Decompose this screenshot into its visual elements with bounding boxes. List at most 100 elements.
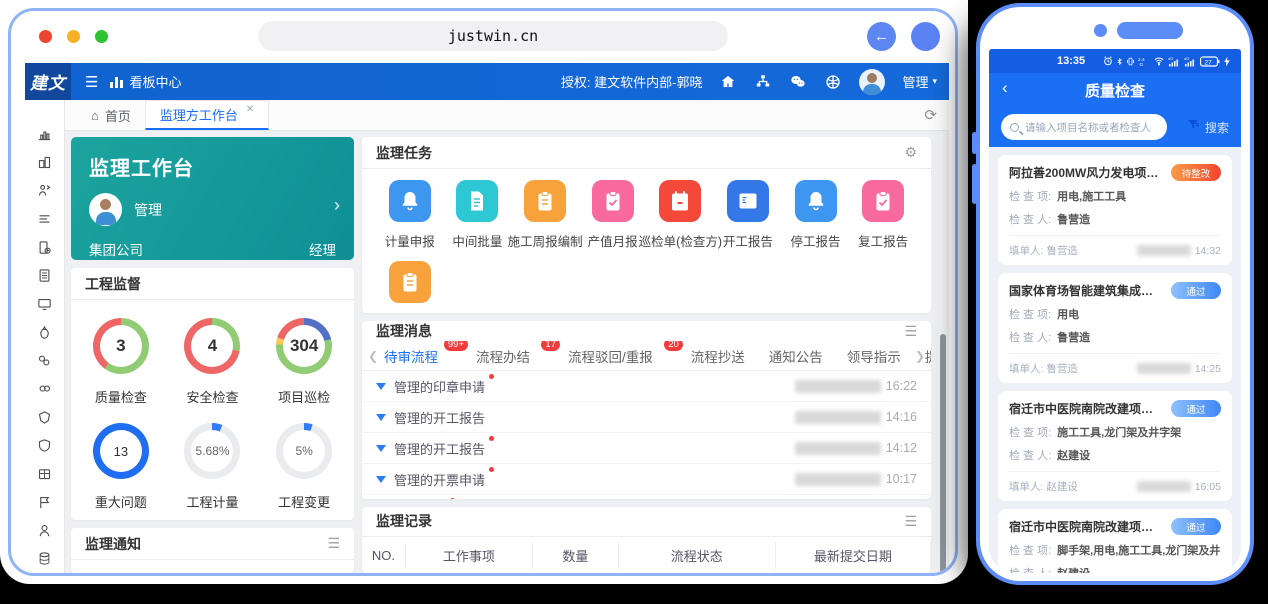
messages-more-icon[interactable]: ☰: [904, 323, 917, 340]
monitor-stat[interactable]: 3质量检查: [75, 310, 167, 415]
ledger-icon[interactable]: [25, 545, 64, 573]
task-item-7[interactable]: 停工报告: [782, 180, 850, 250]
search-button[interactable]: 搜索: [1205, 119, 1229, 136]
user-avatar[interactable]: [859, 69, 885, 95]
tabs-scroll-right-icon[interactable]: ❯: [915, 349, 925, 363]
workbench-company: 集团公司: [89, 239, 143, 259]
message-tab-3[interactable]: 流程驳回/重报20: [568, 341, 667, 371]
monitor-stat[interactable]: 4安全检查: [167, 310, 259, 415]
inspection-card[interactable]: 宿迁市中医院南院改建项目智能化施工E…通过检 查 项:脚手架,用电,施工工具,龙…: [998, 509, 1232, 573]
maximize-window-button[interactable]: [95, 30, 108, 43]
message-tab-2[interactable]: 流程办结17: [476, 341, 544, 371]
tab-supervisor-workbench[interactable]: 监理方工作台 ✕: [145, 100, 269, 130]
auth-text: 授权: 建文软件内部-郭晓: [561, 72, 703, 91]
quality-icon[interactable]: [25, 403, 64, 431]
vibrate-icon: [1126, 56, 1135, 67]
status-badge: 通过: [1171, 518, 1221, 535]
assets-icon[interactable]: [25, 375, 64, 403]
task-item-2[interactable]: 中间批量: [444, 180, 512, 250]
message-row[interactable]: 管理的开工报告14:16: [362, 402, 931, 433]
task-label: 施工周报编制: [508, 231, 583, 250]
list-icon[interactable]: [25, 205, 64, 233]
org-icon[interactable]: [25, 148, 64, 176]
search-input[interactable]: 请输入项目名称或者检查人: [1001, 114, 1167, 140]
org-chart-icon[interactable]: [754, 74, 772, 90]
project-title: 宿迁市中医院南院改建项目智能化施工E…: [1009, 518, 1163, 535]
status-badge: 通过: [1171, 282, 1221, 299]
message-tab-4[interactable]: 流程抄送: [691, 341, 745, 371]
safety-icon[interactable]: [25, 431, 64, 459]
monitor-icon[interactable]: [25, 290, 64, 318]
user-menu[interactable]: 管理 ▾: [902, 72, 937, 91]
home-icon[interactable]: [719, 74, 737, 90]
board-center-link[interactable]: 看板中心: [110, 72, 181, 91]
task-item-5[interactable]: 巡检单(检查方): [647, 180, 715, 250]
message-tab-7[interactable]: 提醒: [925, 341, 931, 371]
search-actions: 搜索: [1186, 118, 1229, 136]
donut-label: 工程计量: [186, 492, 238, 511]
task-item-9[interactable]: 事故上报: [376, 261, 444, 313]
monitor-stat[interactable]: 5%工程变更: [258, 415, 350, 520]
contract-icon[interactable]: [25, 347, 64, 375]
donut-value: 13: [93, 423, 149, 479]
svg-text:4G: 4G: [1184, 56, 1189, 61]
browser-profile-button[interactable]: [911, 22, 940, 51]
flag-icon[interactable]: [25, 488, 64, 516]
bell-icon: [389, 180, 431, 222]
user-icon[interactable]: [25, 516, 64, 544]
project-title: 宿迁市中医院南院改建项目智能化施工E…: [1009, 400, 1163, 417]
workbench-card[interactable]: 监理工作台 管理 › 集团公司 经理: [71, 137, 354, 260]
bell-icon: [795, 180, 837, 222]
redacted-date: [1137, 245, 1191, 256]
close-window-button[interactable]: [39, 30, 52, 43]
back-icon[interactable]: ‹: [1002, 78, 1008, 98]
refresh-icon[interactable]: ⟳: [924, 106, 937, 124]
stats-icon[interactable]: [25, 120, 64, 148]
service-icon[interactable]: [824, 74, 842, 90]
monitor-stat[interactable]: 13重大问题: [75, 415, 167, 520]
task-item-8[interactable]: 复工报告: [849, 180, 917, 250]
inspection-card[interactable]: 阿拉善200MW风力发电项目风机吊装…待整改检 查 项:用电,施工工具检 查 人…: [998, 155, 1232, 265]
records-more-icon[interactable]: ☰: [904, 513, 917, 530]
message-tab-1[interactable]: 待审流程99+: [384, 341, 452, 371]
notice-more-icon[interactable]: ☰: [327, 535, 340, 552]
task-item-4[interactable]: 产值月报: [579, 180, 647, 250]
triangle-icon: [376, 476, 386, 483]
message-row[interactable]: 管理的开票申请10:17: [362, 464, 931, 495]
tab-close-icon[interactable]: ✕: [246, 104, 254, 115]
content-scrollbar[interactable]: [939, 131, 947, 573]
message-row[interactable]: 管理的…: [362, 495, 931, 498]
board-center-label: 看板中心: [129, 72, 181, 91]
inspection-card[interactable]: 国家体育场智能建筑集成系统建设项目通过检 查 项:用电检 查 人:鲁营造填单人:…: [998, 273, 1232, 383]
filter-icon[interactable]: [1186, 118, 1200, 136]
tabs-scroll-left-icon[interactable]: ❮: [368, 349, 378, 363]
document-icon[interactable]: [25, 262, 64, 290]
tab-home[interactable]: ⌂ 首页: [77, 100, 145, 130]
gear-icon[interactable]: ⚙: [904, 144, 917, 161]
menu-toggle-icon[interactable]: ☰: [85, 73, 98, 91]
notice-item[interactable]: pc端发送公告测试05: [71, 560, 354, 573]
clipboard-check-icon: [862, 180, 904, 222]
inspection-card[interactable]: 宿迁市中医院南院改建项目智能化施工E…通过检 查 项:施工工具,龙门架及井字架检…: [998, 391, 1232, 501]
chevron-right-icon[interactable]: ›: [334, 195, 340, 216]
message-row[interactable]: 管理的印章申请16:22: [362, 371, 931, 402]
task-item-6[interactable]: 开工报告: [714, 180, 782, 250]
report-icon[interactable]: [25, 233, 64, 261]
address-bar[interactable]: justwin.cn: [258, 21, 728, 51]
message-row[interactable]: 管理的开工报告14:12: [362, 433, 931, 464]
monitor-stat[interactable]: 5.68%工程计量: [167, 415, 259, 520]
minimize-window-button[interactable]: [67, 30, 80, 43]
scrollbar-thumb[interactable]: [940, 334, 946, 573]
materials-icon[interactable]: [25, 460, 64, 488]
browser-back-button[interactable]: ←: [867, 22, 896, 51]
monitor-stat[interactable]: 304项目巡检: [258, 310, 350, 415]
app-logo[interactable]: 建文: [25, 63, 71, 100]
task-item-1[interactable]: 计量申报: [376, 180, 444, 250]
message-tab-6[interactable]: 领导指示: [847, 341, 901, 371]
task-item-3[interactable]: 施工周报编制: [511, 180, 579, 250]
funds-icon[interactable]: [25, 318, 64, 346]
personnel-icon[interactable]: [25, 177, 64, 205]
redacted-date: [795, 473, 881, 486]
message-tab-5[interactable]: 通知公告: [769, 341, 823, 371]
wechat-icon[interactable]: [789, 74, 807, 90]
